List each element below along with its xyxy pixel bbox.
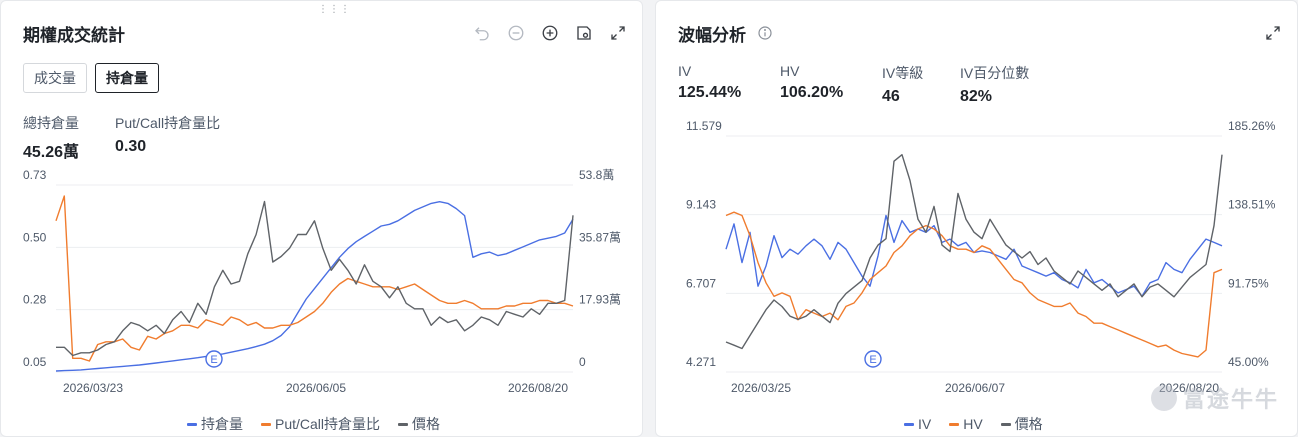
watermark-text: 富途牛牛 (1182, 387, 1279, 412)
legend-swatch (187, 422, 197, 426)
right-tick-label: 17.93萬 (579, 293, 621, 307)
right-tick-label: 45.00% (1228, 355, 1269, 369)
right-tick-label: 0 (579, 355, 586, 369)
legend-swatch (904, 422, 914, 426)
legend-label: 價格 (1014, 416, 1043, 432)
open-interest-chart[interactable]: 0.73 53.8萬 0.50 35.87萬 0.28 17.93萬 0.05 0 2026/0… (1, 1, 644, 411)
right-tick-label: 53.8萬 (579, 168, 614, 182)
series-line-0[interactable] (725, 214, 1223, 297)
left-tick-label: 0.05 (23, 355, 47, 369)
legend-label: IV (918, 416, 932, 432)
x-tick-label: 2026/03/23 (63, 381, 123, 395)
futu-watermark: 富途牛牛 (1150, 382, 1279, 414)
legend-item-hv[interactable]: HV (949, 414, 983, 434)
legend-item-price[interactable]: 價格 (1000, 414, 1043, 434)
legend-label: 價格 (412, 416, 441, 432)
legend-swatch (398, 422, 409, 426)
legend-swatch (261, 422, 271, 426)
x-tick-label: 2026/06/07 (945, 381, 1005, 395)
legend-label: HV (963, 416, 983, 432)
x-tick-label: 2026/03/25 (731, 381, 791, 395)
futu-logo-icon (1150, 385, 1177, 411)
right-tick-label: 138.51% (1228, 198, 1276, 212)
right-tick-label: 185.26% (1228, 119, 1276, 133)
left-tick-label: 9.143 (686, 198, 716, 212)
left-tick-label: 0.28 (23, 293, 47, 307)
chart-legend: 持倉量 Put/Call持倉量比 價格 (187, 414, 440, 434)
legend-label: 持倉量 (201, 416, 243, 432)
earnings-marker-label: E (869, 354, 876, 366)
x-tick-label: 2026/06/05 (286, 381, 346, 395)
left-tick-label: 4.271 (686, 355, 716, 369)
volatility-panel: 波幅分析 IV 125.44% HV 106.20% IV等級 46 IV百分位… (655, 0, 1298, 437)
legend-item-open-interest[interactable]: 持倉量 (187, 414, 243, 434)
volatility-chart[interactable]: 11.579 185.26% 9.143 138.51% 6.707 91.75% 4.27… (656, 1, 1298, 411)
legend-swatch (1000, 422, 1011, 426)
legend-item-iv[interactable]: IV (904, 414, 931, 434)
legend-label: Put/Call持倉量比 (275, 416, 381, 432)
series-line-2[interactable] (56, 200, 574, 357)
left-tick-label: 0.73 (23, 168, 47, 182)
left-tick-label: 11.579 (686, 119, 722, 133)
x-tick-label: 2026/08/20 (508, 381, 568, 395)
series-line-0[interactable] (55, 200, 574, 372)
legend-item-ratio[interactable]: Put/Call持倉量比 (261, 414, 380, 434)
legend-swatch (949, 422, 960, 426)
left-tick-label: 6.707 (686, 276, 716, 290)
chart-legend: IV HV 價格 (904, 414, 1043, 434)
option-volume-panel: ⋮⋮⋮ 期權成交統計 成交量 持倉量 總持倉量 45.26萬 Put/Call持… (0, 0, 643, 437)
right-tick-label: 91.75% (1228, 276, 1269, 290)
right-tick-label: 35.87萬 (579, 230, 621, 244)
legend-item-price[interactable]: 價格 (398, 414, 440, 434)
earnings-marker-label: E (210, 354, 217, 366)
series-line-1[interactable] (725, 211, 1223, 358)
left-tick-label: 0.50 (23, 230, 47, 244)
